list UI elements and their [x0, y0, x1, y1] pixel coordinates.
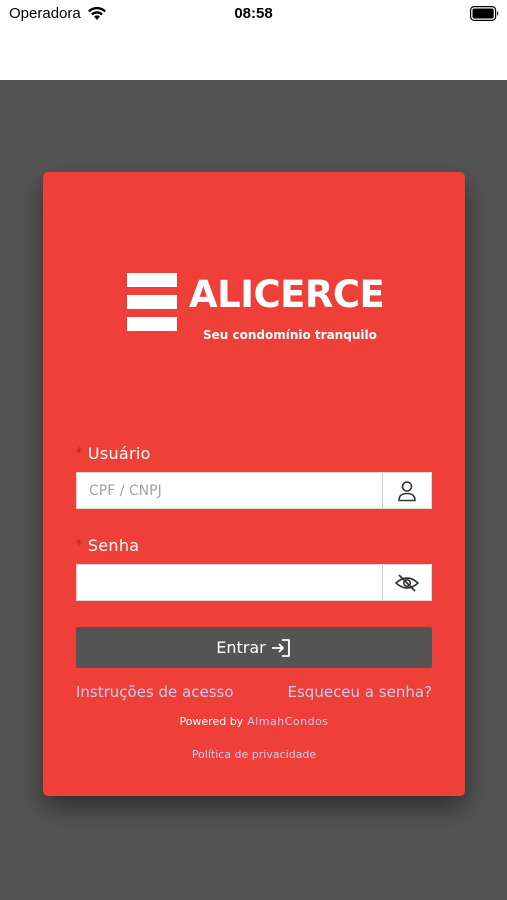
- forgot-password-link[interactable]: Esqueceu a senha?: [288, 683, 432, 701]
- logo-bar: [127, 317, 177, 331]
- login-icon: [271, 638, 290, 657]
- username-field: [76, 472, 432, 509]
- eye-off-icon: [394, 573, 420, 592]
- username-addon: [382, 473, 431, 508]
- access-instructions-link[interactable]: Instruções de acesso: [76, 683, 234, 701]
- powered-by: Powered by AlmahCondos: [43, 715, 465, 728]
- login-button[interactable]: Entrar: [76, 627, 432, 668]
- toggle-password-visibility-button[interactable]: [382, 565, 431, 600]
- logo-bar: [127, 273, 177, 287]
- privacy-policy-link[interactable]: Política de privacidade: [43, 748, 465, 761]
- required-mark: *: [76, 538, 83, 553]
- status-time: 08:58: [234, 5, 273, 22]
- required-mark: *: [76, 446, 83, 461]
- battery-icon: [470, 6, 499, 21]
- powered-by-text: Powered by: [179, 715, 244, 728]
- username-label: * Usuário: [76, 444, 151, 463]
- logo-bar: [127, 295, 177, 309]
- brand-name: ALICERCE: [189, 273, 385, 316]
- powered-brand-link[interactable]: AlmahCondos: [247, 715, 328, 728]
- password-field: [76, 564, 432, 601]
- login-button-label: Entrar: [216, 638, 266, 657]
- username-input[interactable]: [77, 473, 382, 508]
- username-label-text: Usuário: [87, 444, 151, 463]
- stacked-bars-logo: [127, 273, 177, 331]
- password-input[interactable]: [77, 565, 382, 600]
- password-label-text: Senha: [87, 536, 140, 555]
- user-icon: [398, 480, 416, 501]
- login-card: ALICERCE Seu condomínio tranquilo * Usuár…: [43, 172, 465, 796]
- brand-tagline: Seu condomínio tranquilo: [203, 328, 377, 342]
- password-label: * Senha: [76, 536, 139, 555]
- status-bar: Operadora 08:58: [0, 0, 507, 80]
